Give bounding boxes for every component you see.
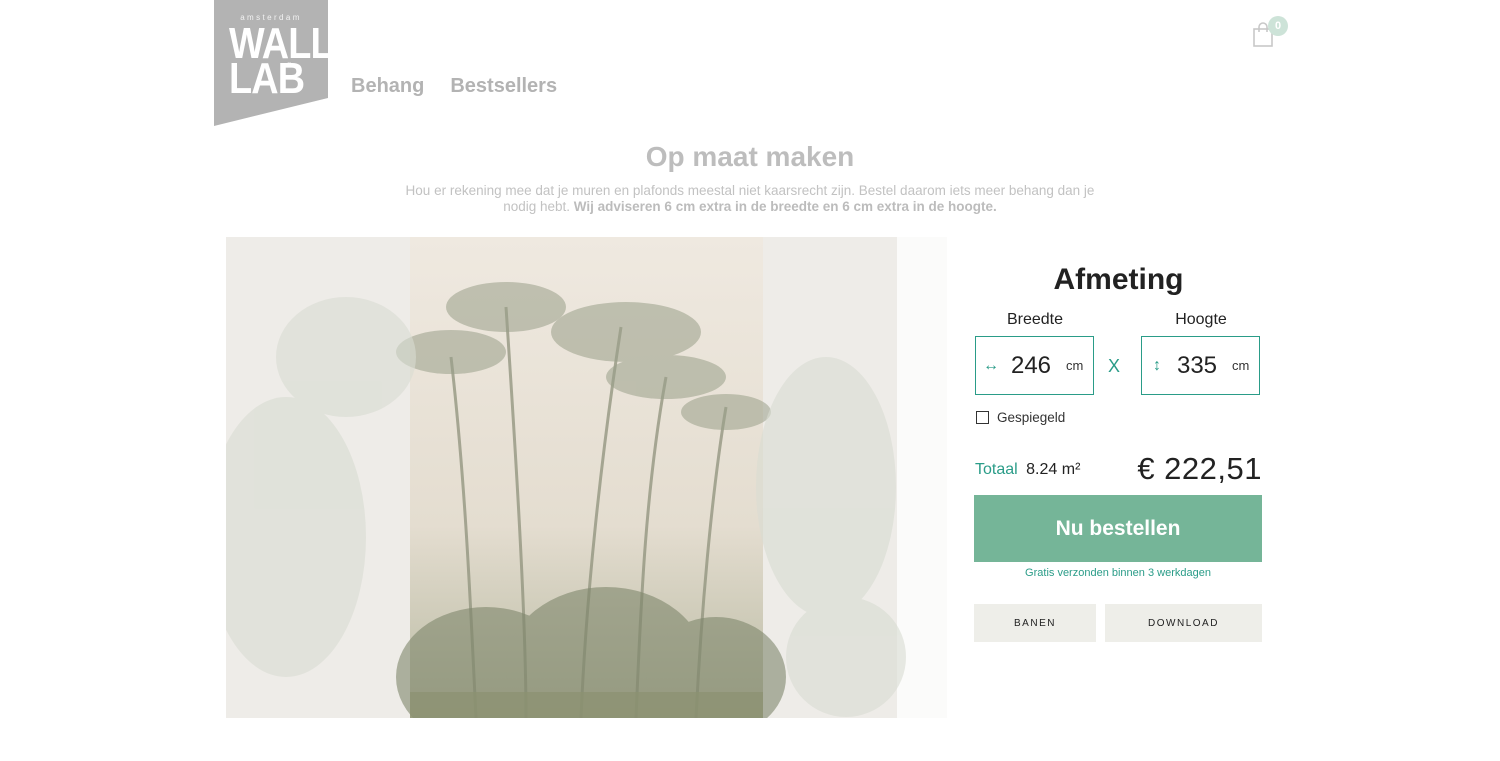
logo-lab-text: LAB	[229, 54, 305, 103]
vertical-arrows-icon: ↕	[1153, 356, 1161, 374]
shipping-note: Gratis verzonden binnen 3 werkdagen	[1025, 567, 1211, 579]
mirror-checkbox[interactable]	[976, 411, 989, 424]
times-sign: X	[1108, 356, 1121, 376]
cart-count-badge: 0	[1268, 16, 1288, 36]
afmeting-title: Afmeting	[1053, 263, 1184, 296]
download-button[interactable]: DOWNLOAD	[1105, 604, 1262, 642]
main-nav: Behang Bestsellers	[351, 75, 557, 98]
order-button[interactable]: Nu bestellen	[974, 495, 1262, 562]
intro-text: Hou er rekening mee dat je muren en plaf…	[400, 183, 1100, 215]
price: € 222,51	[1137, 451, 1262, 486]
mirror-label: Gespiegeld	[997, 410, 1066, 425]
width-label: Breedte	[1006, 311, 1064, 328]
cart-button[interactable]: 0	[1252, 16, 1292, 50]
jungle-palm-image	[226, 237, 947, 718]
nav-item-behang[interactable]: Behang	[351, 75, 424, 98]
wallpaper-preview	[226, 237, 947, 718]
banen-button[interactable]: BANEN	[974, 604, 1096, 642]
total-label: Totaal	[975, 461, 1018, 478]
width-input[interactable]	[1006, 351, 1056, 380]
nav-item-bestsellers[interactable]: Bestsellers	[450, 75, 557, 98]
intro-text-bold: Wij adviseren 6 cm extra in de breedte e…	[573, 199, 997, 214]
width-field[interactable]: ↔ cm	[975, 336, 1094, 395]
height-input[interactable]	[1172, 351, 1222, 380]
height-field[interactable]: ↕ cm	[1141, 336, 1260, 395]
mirror-option[interactable]: Gespiegeld	[976, 410, 1065, 425]
wall-lab-logo[interactable]: amsterdam WALL LAB ®	[214, 0, 334, 126]
height-label: Hoogte	[1175, 311, 1227, 328]
horizontal-arrows-icon: ↔	[983, 356, 999, 374]
logo-registered-mark: ®	[287, 63, 292, 69]
height-unit: cm	[1232, 358, 1250, 373]
total-area-value: 8.24 m²	[1026, 461, 1081, 478]
width-unit: cm	[1066, 358, 1084, 373]
total-area: Totaal 8.24 m²	[975, 461, 1080, 479]
page-title: Op maat maken	[645, 141, 855, 172]
